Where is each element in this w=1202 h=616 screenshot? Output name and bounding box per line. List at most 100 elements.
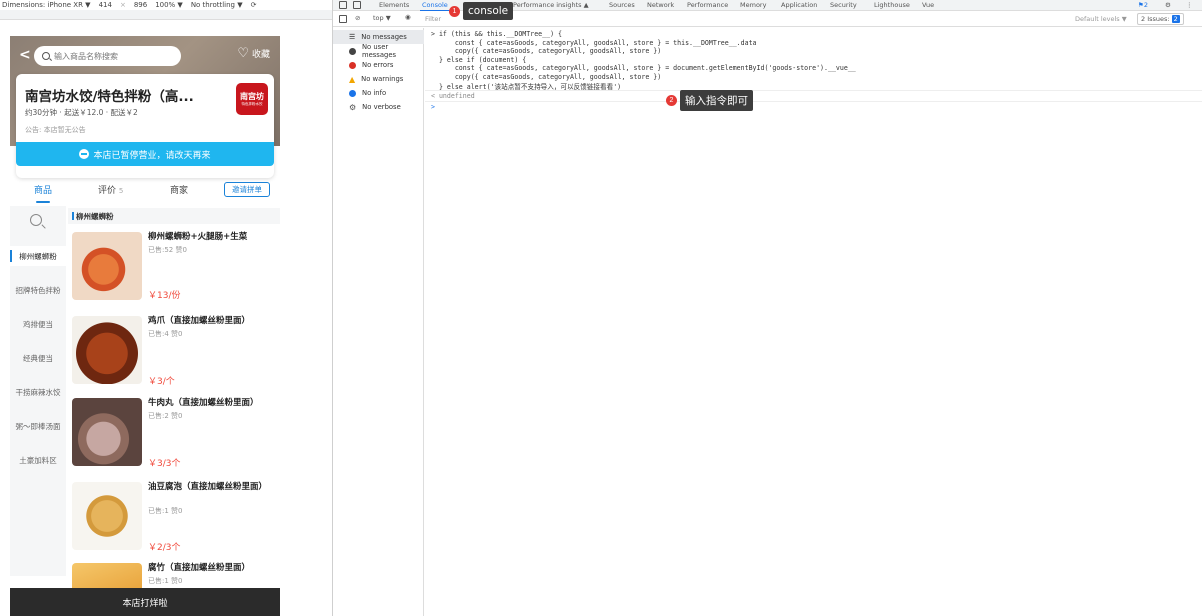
- sidebar-item-warnings[interactable]: ▲ No warnings: [333, 72, 424, 86]
- device-width[interactable]: 414: [99, 1, 112, 9]
- tab-security[interactable]: Security: [830, 1, 857, 9]
- goods-search-input[interactable]: 输入商品名称搜索: [34, 46, 181, 66]
- category-header: 柳州螺蛳粉: [68, 208, 280, 224]
- goods-name: 鸡爪（直接加螺丝粉里面）: [148, 316, 251, 326]
- dimension-separator: ×: [119, 1, 126, 9]
- sidebar-item-verbose[interactable]: ⚙ No verbose: [333, 100, 424, 114]
- console-code-line: const { cate=asGoods, categoryAll, goods…: [431, 38, 757, 47]
- sidebar-item-user-messages[interactable]: No user messages: [333, 43, 424, 59]
- goods-name: 牛肉丸（直接加螺丝粉里面）: [148, 398, 259, 408]
- tab-sources[interactable]: Sources: [609, 1, 635, 9]
- messages-badge-count: 2: [1143, 1, 1148, 9]
- search-placeholder: 输入商品名称搜索: [54, 51, 118, 61]
- sidebar-item-label: No errors: [362, 61, 394, 69]
- console-filter-input[interactable]: Filter: [423, 14, 1063, 25]
- zoom-select[interactable]: 100% ▼: [155, 1, 183, 9]
- goods-price: ￥2/3个: [148, 543, 181, 553]
- goods-name: 柳州螺蛳粉+火腿肠+生菜: [148, 232, 248, 242]
- tab-memory[interactable]: Memory: [740, 1, 766, 9]
- issues-button[interactable]: 2 Issues: 2: [1137, 13, 1184, 25]
- tab-application[interactable]: Application: [781, 1, 817, 9]
- sidebar-search-icon[interactable]: [30, 214, 42, 226]
- context-select[interactable]: top ▼: [373, 14, 391, 22]
- store-notice: 公告: 本店暂无公告: [25, 126, 86, 134]
- goods-sales: 已售:2 赞0: [148, 412, 183, 420]
- rotate-icon[interactable]: ⟳: [251, 1, 257, 9]
- more-options-icon[interactable]: ⋮: [1186, 1, 1193, 9]
- screen: Dimensions: iPhone XR ▼ 414 × 896 100% ▼…: [0, 0, 1202, 616]
- store-name: 南宫坊水饺/特色拌粉（高...: [25, 89, 194, 105]
- tab-vue[interactable]: Vue: [922, 1, 934, 9]
- clear-console-icon[interactable]: ⊘: [355, 14, 360, 22]
- tab-network[interactable]: Network: [647, 1, 674, 9]
- console-divider: [425, 101, 1202, 102]
- goods-item[interactable]: 鸡爪（直接加螺丝粉里面） 已售:4 赞0 ￥3/个: [72, 316, 276, 396]
- goods-sales: 已售:4 赞0: [148, 330, 183, 338]
- sidebar-item-label: No verbose: [362, 103, 401, 111]
- throttle-select[interactable]: No throttling ▼: [191, 1, 243, 9]
- goods-image-tofu-puffs: [72, 482, 142, 550]
- user-icon: [349, 47, 356, 55]
- sidebar-item-chicken-bento[interactable]: 鸡排便当: [10, 314, 66, 334]
- sidebar-item-porridge-noodles[interactable]: 粥～即棒汤面: [10, 416, 66, 436]
- sidebar-item-extras[interactable]: 土豪加料区: [10, 450, 66, 470]
- search-icon: [42, 52, 50, 60]
- goods-price: ￥13/份: [148, 291, 181, 301]
- tab-elements[interactable]: Elements: [379, 1, 409, 9]
- gear-icon[interactable]: ⚙: [1165, 1, 1171, 9]
- tab-performance[interactable]: Performance: [687, 1, 728, 9]
- warning-icon: ▲: [349, 74, 356, 84]
- console-code-line: copy({ cate=asGoods, categoryAll, goodsA…: [431, 47, 662, 55]
- goods-item[interactable]: 牛肉丸（直接加螺丝粉里面） 已售:2 赞0 ￥3/3个: [72, 398, 276, 478]
- sidebar-item-errors[interactable]: No errors: [333, 58, 424, 72]
- store-closed-banner: 本店已暂停营业，请改天再来: [16, 142, 274, 166]
- back-arrow-icon[interactable]: <: [19, 47, 31, 63]
- goods-sales: 已售:1 赞0: [148, 507, 183, 515]
- console-prompt[interactable]: >: [431, 103, 435, 111]
- device-toggle-icon[interactable]: [353, 1, 361, 9]
- sidebar-item-label: No user messages: [361, 43, 397, 59]
- sidebar-item-spicy-dumplings[interactable]: 干捞麻辣水饺: [10, 382, 66, 402]
- tab-merchant[interactable]: 商家: [170, 183, 188, 196]
- sidebar-item-info[interactable]: No info: [333, 86, 424, 100]
- tab-lighthouse[interactable]: Lighthouse: [874, 1, 910, 9]
- goods-item[interactable]: 油豆腐泡（直接加螺丝粉里面） 已售:1 赞0 ￥2/3个: [72, 482, 276, 562]
- verbose-gear-icon: ⚙: [349, 102, 357, 112]
- console-return-value: < undefined: [431, 92, 475, 100]
- goods-item[interactable]: 柳州螺蛳粉+火腿肠+生菜 已售:52 赞0 ￥13/份: [72, 232, 276, 312]
- sidebar-toggle-icon[interactable]: [339, 15, 347, 23]
- goods-sales: 已售:1 赞0: [148, 577, 183, 585]
- favorite-button[interactable]: ♡ 收藏: [237, 46, 270, 61]
- console-sidebar: ☰ No messages No user messages No errors…: [333, 28, 424, 616]
- tab-reviews[interactable]: 评价 5: [98, 183, 123, 196]
- sidebar-item-messages[interactable]: ☰ No messages: [333, 30, 424, 44]
- closed-icon: [79, 149, 90, 159]
- goods-price: ￥3/3个: [148, 459, 181, 469]
- callout-tooltip: 输入指令即可: [680, 90, 753, 111]
- goods-price: ￥3/个: [148, 377, 175, 387]
- store-logo-text: 南宫坊: [240, 92, 264, 102]
- tab-performance-insights[interactable]: Performance insights ▲: [513, 1, 589, 9]
- device-height[interactable]: 896: [134, 1, 147, 9]
- sidebar-item-luosifen[interactable]: 柳州螺蛳粉: [10, 246, 66, 266]
- sidebar-item-classic-bento[interactable]: 经典便当: [10, 348, 66, 368]
- live-expression-eye-icon[interactable]: ◉: [405, 13, 411, 21]
- console-output[interactable]: > if (this && this.__DOMTree__) { const …: [425, 28, 1202, 616]
- favorite-label: 收藏: [251, 50, 270, 60]
- log-levels-select[interactable]: Default levels ▼: [1075, 15, 1127, 23]
- sidebar-item-label: No messages: [361, 33, 407, 41]
- callout-number: 1: [449, 5, 460, 17]
- store-tabs: 商品 评价 5 商家 邀请拼单: [10, 180, 280, 203]
- issues-count-badge: 2: [1171, 15, 1180, 23]
- device-select[interactable]: Dimensions: iPhone XR ▼: [2, 1, 91, 9]
- store-delivery-meta: 约30分钟 · 起送￥12.0 · 配送￥2: [25, 108, 138, 117]
- tab-console[interactable]: Console: [420, 1, 450, 11]
- goods-name: 油豆腐泡（直接加螺丝粉里面）: [148, 482, 268, 492]
- invite-group-order-button[interactable]: 邀请拼单: [224, 182, 270, 197]
- sidebar-item-signature-noodles[interactable]: 招牌特色拌粉: [10, 280, 66, 300]
- messages-badge[interactable]: ⚑2: [1138, 1, 1148, 9]
- console-code-line: copy({ cate=asGoods, categoryAll, goodsA…: [431, 72, 662, 81]
- inspect-element-icon[interactable]: [339, 1, 347, 9]
- tab-goods[interactable]: 商品: [34, 183, 52, 203]
- callout-tooltip: console: [463, 2, 514, 20]
